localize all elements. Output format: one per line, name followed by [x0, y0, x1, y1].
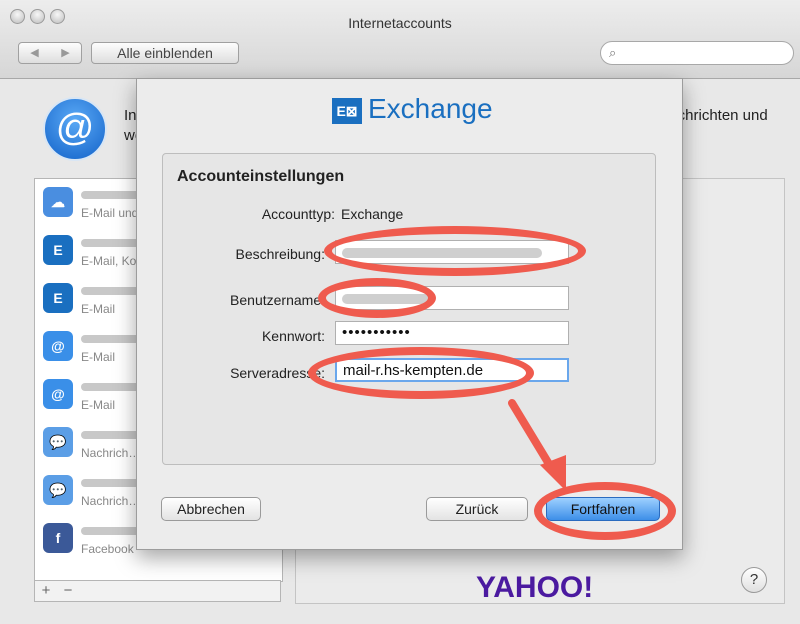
messages-icon: 💬 — [43, 427, 73, 457]
exchange-icon: E — [43, 235, 73, 265]
window-title: Internetaccounts — [348, 15, 452, 31]
annotation-ellipse-server — [308, 347, 534, 399]
title-bar: Internetaccounts ◀ ▶ Alle einblenden ⌕ — [0, 0, 800, 79]
exchange-icon: E — [43, 283, 73, 313]
account-type-label: Accounttyp: — [261, 206, 335, 222]
list-controls: + − — [34, 580, 281, 602]
account-subtitle: Nachrich… — [81, 494, 141, 508]
back-button[interactable]: Zurück — [426, 497, 528, 521]
account-subtitle: Nachrich… — [81, 446, 141, 460]
back-arrow-icon[interactable]: ◀ — [19, 43, 50, 63]
annotation-ellipse-description — [324, 226, 586, 276]
account-subtitle: E-Mail — [81, 398, 116, 412]
facebook-icon: f — [43, 523, 73, 553]
description-label: Beschreibung: — [235, 246, 325, 262]
search-input[interactable]: ⌕ — [600, 41, 794, 65]
annotation-ellipse-username — [318, 278, 436, 318]
password-label: Kennwort: — [261, 328, 325, 344]
username-label: Benutzername: — [230, 292, 325, 308]
help-button[interactable]: ? — [741, 567, 767, 593]
account-subtitle: Facebook — [81, 542, 134, 556]
exchange-logo: E⊠ Exchange — [332, 93, 552, 133]
at-icon: @ — [43, 379, 73, 409]
remove-account-button[interactable]: − — [57, 581, 79, 601]
forward-arrow-icon[interactable]: ▶ — [50, 43, 81, 63]
password-field[interactable]: ••••••••••• — [335, 321, 569, 345]
internet-accounts-icon: @ — [43, 97, 107, 161]
show-all-button[interactable]: Alle einblenden — [91, 42, 239, 64]
provider-yahoo[interactable]: YAHOO! — [476, 571, 593, 605]
exchange-icon: E⊠ — [332, 98, 362, 124]
exchange-logo-text: Exchange — [368, 93, 493, 124]
cancel-button[interactable]: Abbrechen — [161, 497, 261, 521]
section-title: Accounteinstellungen — [177, 168, 345, 185]
nav-segment: ◀ ▶ — [18, 42, 82, 64]
annotation-arrow — [508, 399, 566, 491]
account-type-value: Exchange — [341, 206, 404, 222]
messages-icon: 💬 — [43, 475, 73, 505]
account-subtitle: E-Mail — [81, 350, 116, 364]
at-icon: @ — [43, 331, 73, 361]
icloud-icon: ☁ — [43, 187, 73, 217]
search-icon: ⌕ — [609, 45, 617, 60]
server-label: Serveradresse: — [230, 365, 325, 381]
add-account-button[interactable]: + — [35, 581, 57, 601]
account-subtitle: E-Mail — [81, 302, 116, 316]
